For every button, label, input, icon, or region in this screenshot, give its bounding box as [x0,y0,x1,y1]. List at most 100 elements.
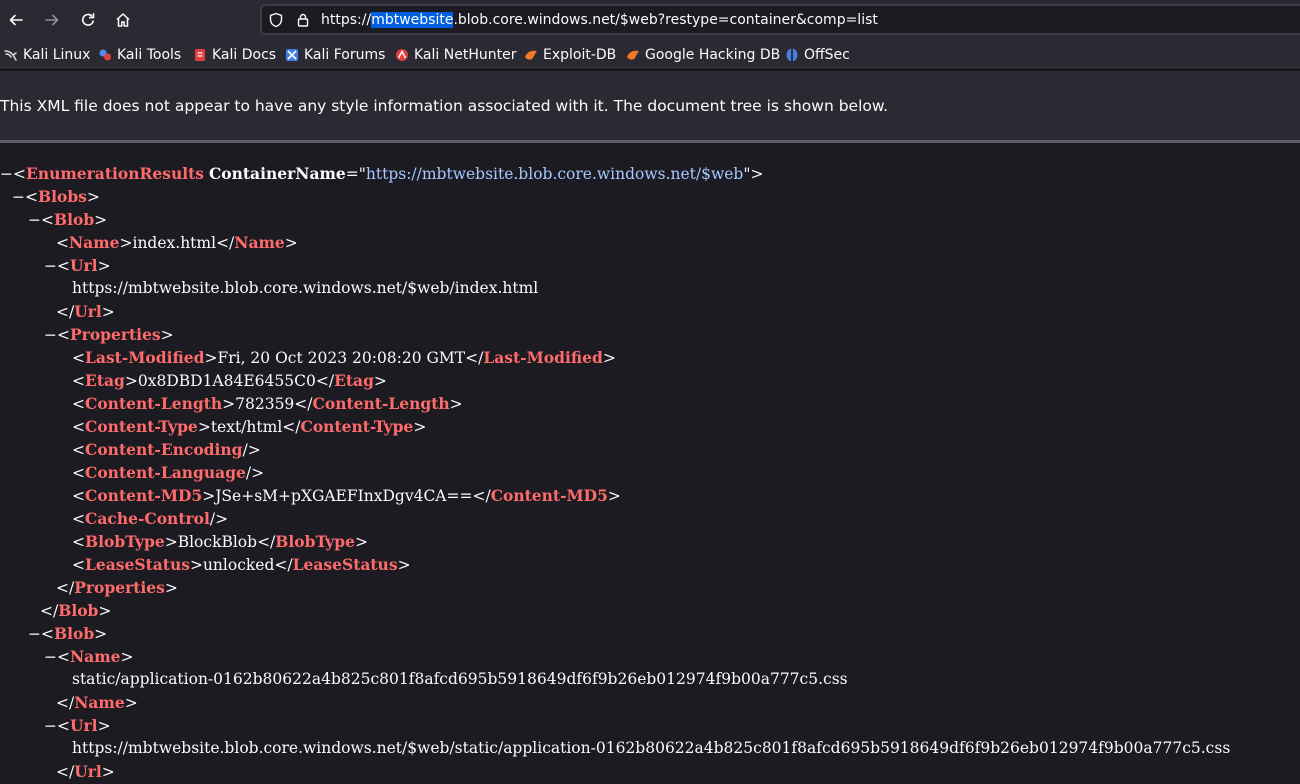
xml-text: static/application-0162b80622a4b825c801f… [72,670,848,688]
collapse-toggle[interactable]: − [28,625,41,643]
xml-line-blob-close: </Blob> [40,601,112,620]
bookmark-kali-linux[interactable]: Kali Linux [4,46,90,64]
xml-tag: BlobType [275,532,355,551]
collapse-toggle[interactable]: − [0,165,13,183]
bookmark-label: Exploit-DB [543,47,617,63]
xml-tag: LeaseStatus [85,555,190,574]
bookmark-kali-nethunter[interactable]: Kali NetHunter [395,46,516,64]
bookmark-kali-docs[interactable]: Kali Docs [193,46,276,64]
url-selected-text: mbtwebsite [371,12,454,28]
bookmark-google-hacking-db[interactable]: Google Hacking DB [626,46,780,64]
xml-line-url-text: https://mbtwebsite.blob.core.windows.net… [72,277,538,300]
xml-attr-value: https://mbtwebsite.blob.core.windows.net… [365,165,744,183]
xml-line-url-close: </Url> [56,762,115,781]
xml-line-property: <LeaseStatus>unlocked</LeaseStatus> [72,555,411,574]
xml-line-blobs-open: −<Blobs> [12,187,100,206]
bookmark-label: Kali NetHunter [414,47,517,63]
xml-tag: Content-MD5 [490,486,608,505]
navigation-toolbar: https://mbtwebsite.blob.core.windows.net… [0,0,1300,40]
xml-line-property-empty: <Content-Language/> [72,463,265,482]
exploit-db-icon [525,50,537,60]
xml-line-name-open: −<Name> [44,647,134,666]
xml-line-url-open: −<Url> [44,716,111,735]
xml-text: JSe+sM+pXGAEFInxDgv4CA== [215,487,473,505]
xml-tag: Content-Length [85,394,223,413]
xml-tag: Name [74,693,125,712]
collapse-toggle[interactable]: − [44,257,57,275]
reload-icon [82,13,95,26]
xml-tag: LeaseStatus [292,555,398,574]
bookmark-kali-tools[interactable]: Kali Tools [98,46,181,64]
offsec-icon [786,48,798,62]
xml-tag: Properties [70,325,161,344]
xml-tag: Etag [334,371,374,390]
bookmark-label: Kali Linux [23,47,91,63]
url-text[interactable]: https://mbtwebsite.blob.core.windows.net… [321,12,878,29]
url-rest: .blob.core.windows.net/$web?restype=cont… [453,12,878,28]
xml-text: BlockBlob [177,533,258,551]
xml-line-property-empty: <Cache-Control/> [72,509,229,528]
xml-tag: Name [69,233,120,252]
xml-tag: EnumerationResults [26,164,204,183]
collapse-toggle[interactable]: − [44,717,57,735]
bookmark-label: Kali Forums [304,47,386,63]
xml-line-properties-close: </Properties> [56,578,178,597]
url-scheme: https:// [321,12,372,28]
ghdb-icon [627,50,639,60]
xml-tag: Content-Encoding [85,440,243,459]
xml-text: unlocked [202,556,275,574]
xml-tag: Url [70,256,98,275]
collapse-toggle[interactable]: − [44,326,57,344]
kali-docs-icon [195,49,205,61]
back-button[interactable] [2,6,30,34]
collapse-toggle[interactable]: − [28,211,41,229]
reload-button[interactable] [74,6,102,34]
xml-line-properties-open: −<Properties> [44,325,174,344]
bookmark-label: Kali Docs [212,47,277,63]
xml-line-name: <Name>index.html</Name> [56,233,298,252]
xml-tag: Last-Modified [483,348,603,367]
xml-tag: Properties [74,578,165,597]
xml-tag: Url [74,302,102,321]
xml-tag: Blob [54,210,95,229]
xml-tag: Content-Length [312,394,450,413]
xml-tag: Content-Type [300,417,414,436]
xml-tag: Content-Language [85,463,246,482]
home-button[interactable] [109,6,137,34]
xml-line-url-close: </Url> [56,302,115,321]
bookmark-kali-forums[interactable]: Kali Forums [285,46,385,64]
xml-text: 0x8DBD1A84E6455C0 [137,372,316,390]
collapse-toggle[interactable]: − [44,648,57,666]
bookmark-label: OffSec [804,47,850,63]
lock-icon[interactable] [295,12,311,28]
shield-icon[interactable] [268,12,284,28]
xml-tag: Blob [58,601,99,620]
xml-line-root: −<EnumerationResults ContainerName="http… [0,164,764,183]
xml-line-property: <Content-Type>text/html</Content-Type> [72,417,427,436]
xml-text: text/html [210,418,283,436]
bookmarks-toolbar: Kali Linux Kali Tools Kali Docs Kali For… [0,40,1300,70]
xml-line-property-empty: <Content-Encoding/> [72,440,261,459]
xml-tag: Name [234,233,285,252]
xml-tag: Name [70,647,121,666]
kali-dragon-icon [4,50,17,61]
back-icon [9,14,23,26]
xml-tag: Etag [85,371,125,390]
xml-line-property: <Content-Length>782359</Content-Length> [72,394,463,413]
collapse-toggle[interactable]: − [12,188,25,206]
forward-button[interactable] [38,6,66,34]
xml-text: 782359 [235,395,295,413]
xml-line-url-text: https://mbtwebsite.blob.core.windows.net… [72,737,1230,760]
kali-tools-icon [99,49,111,61]
xml-line-url-open: −<Url> [44,256,111,275]
xml-tag: Blob [54,624,95,643]
bookmark-offsec[interactable]: OffSec [785,46,850,64]
bookmark-exploit-db[interactable]: Exploit-DB [524,46,616,64]
url-bar[interactable]: https://mbtwebsite.blob.core.windows.net… [260,4,1300,35]
xml-style-notice: This XML file does not appear to have an… [0,97,889,115]
xml-line-property: <Etag>0x8DBD1A84E6455C0</Etag> [72,371,387,390]
home-icon [116,13,130,27]
xml-line-property: <Last-Modified>Fri, 20 Oct 2023 20:08:20… [72,348,616,367]
xml-viewer-header: This XML file does not appear to have an… [0,71,1300,143]
xml-tag: Content-Type [85,417,198,436]
